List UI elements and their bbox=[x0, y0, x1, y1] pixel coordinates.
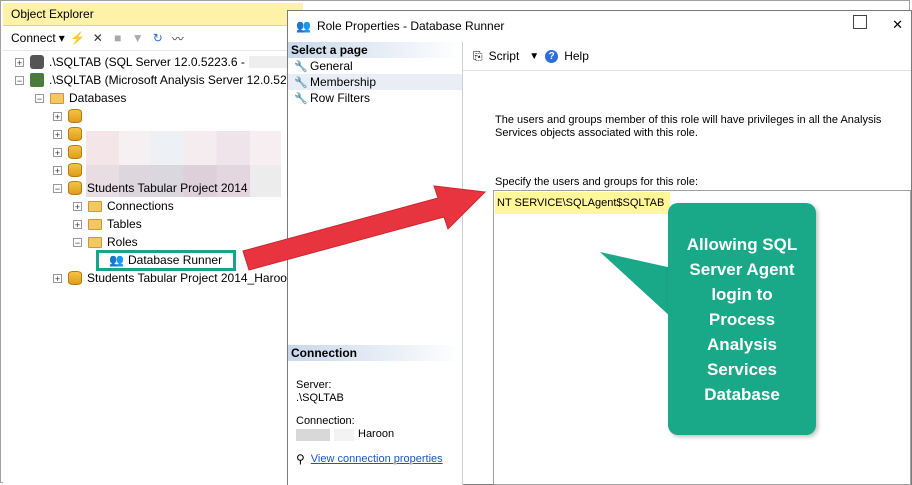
annotation-callout: Allowing SQL Server Agent login to Proce… bbox=[668, 203, 816, 435]
callout-text: Allowing SQL Server Agent login to Proce… bbox=[686, 234, 798, 404]
